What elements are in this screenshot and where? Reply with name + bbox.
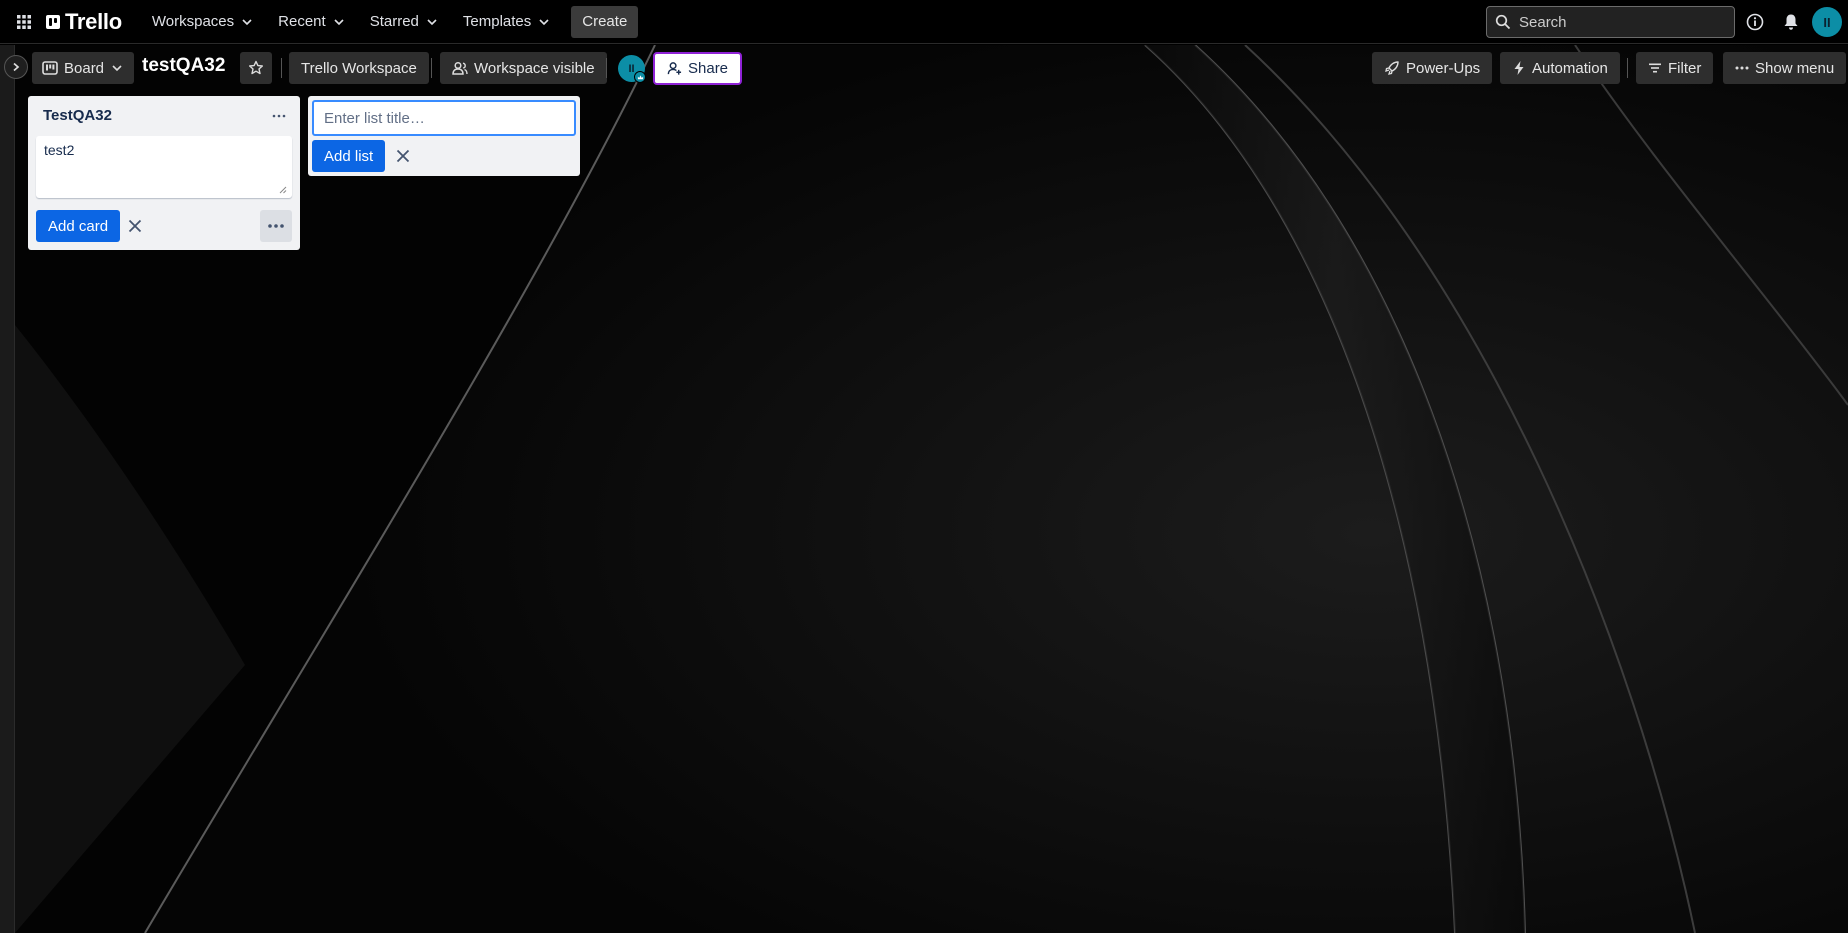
lightning-icon xyxy=(1514,61,1524,75)
recent-menu[interactable]: Recent xyxy=(266,6,358,38)
board-view-label: Board xyxy=(64,59,105,77)
power-ups-label: Power-Ups xyxy=(1406,59,1481,77)
share-label: Share xyxy=(688,60,729,77)
search-placeholder: Search xyxy=(1519,13,1567,31)
star-board-button[interactable] xyxy=(240,52,272,84)
automation-label: Automation xyxy=(1532,59,1608,77)
trello-logo-text: Trello xyxy=(65,8,122,34)
chevron-down-icon xyxy=(112,65,122,72)
add-list-composer: Add list xyxy=(308,96,580,176)
card-composer-text: test2 xyxy=(44,142,75,158)
list-title-input[interactable] xyxy=(312,100,576,136)
list-title[interactable]: TestQA32 xyxy=(43,107,112,124)
chevron-down-icon xyxy=(242,18,252,25)
show-menu-button[interactable]: Show menu xyxy=(1723,52,1847,84)
search-icon xyxy=(1495,14,1511,30)
board-title[interactable]: testQA32 xyxy=(142,55,225,77)
filter-button[interactable]: Filter xyxy=(1636,52,1714,84)
workspaces-menu-label: Workspaces xyxy=(151,13,235,30)
filter-label: Filter xyxy=(1668,59,1702,77)
card-options-button[interactable] xyxy=(260,210,292,242)
starred-menu-label: Starred xyxy=(369,13,419,30)
header-divider xyxy=(606,58,607,78)
trello-logo-icon xyxy=(46,14,60,29)
templates-menu-label: Templates xyxy=(462,13,532,30)
chevron-down-icon xyxy=(427,18,437,25)
rocket-icon xyxy=(1385,61,1399,75)
share-button[interactable]: Share xyxy=(653,52,743,85)
header-divider xyxy=(1627,58,1628,78)
top-navigation: Trello Workspaces Recent Starred Templat… xyxy=(0,0,1848,44)
automation-button[interactable]: Automation xyxy=(1500,52,1620,84)
recent-menu-label: Recent xyxy=(278,13,326,30)
visibility-label: Workspace visible xyxy=(474,59,595,77)
list-testqa32: TestQA32 test2 Add card xyxy=(28,96,300,250)
create-button[interactable]: Create xyxy=(571,5,639,38)
star-icon xyxy=(249,60,263,75)
starred-menu[interactable]: Starred xyxy=(358,6,451,38)
add-person-icon xyxy=(667,62,682,75)
add-list-button[interactable]: Add list xyxy=(312,140,386,172)
board-view-switcher[interactable]: Board xyxy=(32,52,135,84)
workspace-sidebar-collapsed xyxy=(0,45,15,933)
list-actions-icon[interactable] xyxy=(266,104,292,128)
visibility-button[interactable]: Workspace visible xyxy=(440,52,607,84)
trello-logo[interactable]: Trello xyxy=(46,9,122,35)
add-card-button[interactable]: Add card xyxy=(36,210,121,242)
templates-menu[interactable]: Templates xyxy=(451,6,563,38)
show-menu-label: Show menu xyxy=(1755,59,1835,77)
workspaces-menu[interactable]: Workspaces xyxy=(140,6,266,38)
search-input[interactable]: Search xyxy=(1486,6,1735,38)
people-icon xyxy=(452,61,468,75)
board-view-icon xyxy=(42,61,58,75)
workspace-button[interactable]: Trello Workspace xyxy=(289,52,429,84)
chevron-down-icon xyxy=(539,18,549,25)
header-divider xyxy=(281,58,282,78)
chevron-right-icon xyxy=(13,62,20,72)
notifications-bell-icon[interactable] xyxy=(1779,10,1803,34)
app-switcher-icon[interactable] xyxy=(12,6,36,38)
more-horizontal-icon xyxy=(1735,66,1749,70)
more-horizontal-icon xyxy=(268,224,284,228)
close-icon[interactable] xyxy=(124,215,146,237)
header-divider xyxy=(431,58,432,78)
resize-handle-icon[interactable] xyxy=(279,186,287,194)
user-avatar[interactable]: II xyxy=(1812,7,1842,37)
chevron-down-icon xyxy=(334,18,344,25)
close-icon[interactable] xyxy=(392,145,414,167)
card-title-textarea[interactable]: test2 xyxy=(36,136,292,198)
expand-sidebar-button[interactable] xyxy=(4,55,28,79)
filter-icon xyxy=(1649,63,1661,73)
admin-badge-icon xyxy=(634,71,646,83)
power-ups-button[interactable]: Power-Ups xyxy=(1372,52,1493,84)
info-icon[interactable] xyxy=(1743,10,1767,34)
